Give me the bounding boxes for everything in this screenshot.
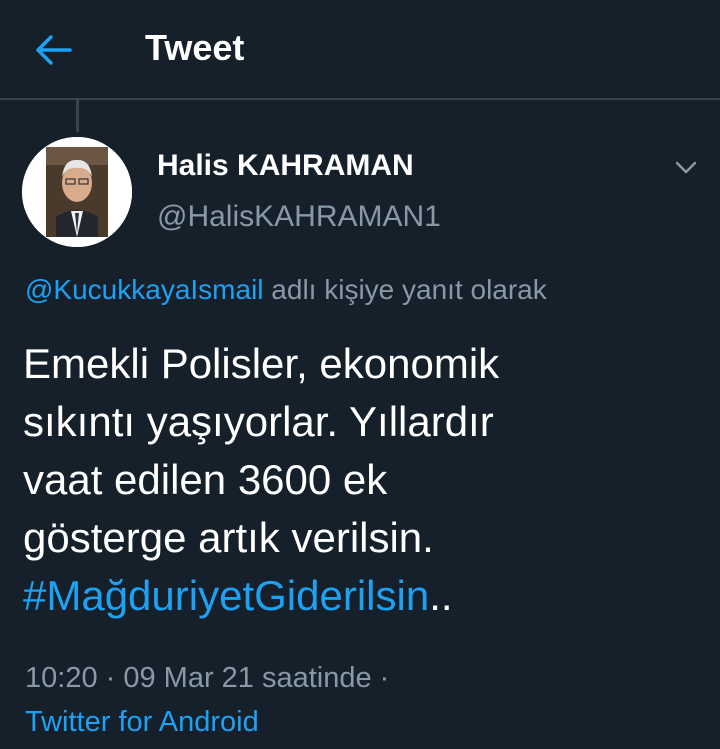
arrow-left-icon [36, 35, 72, 65]
tweet-source-link[interactable]: Twitter for Android [25, 702, 259, 742]
chevron-down-icon [675, 161, 697, 174]
user-display-name[interactable]: Halis KAHRAMAN [157, 147, 414, 185]
tweet-text-line: sıkıntı yaşıyorlar. Yıllardır [23, 398, 494, 445]
user-handle[interactable]: @HalisKAHRAMAN1 [157, 198, 441, 236]
page-title: Tweet [145, 27, 245, 68]
tweet-text-line: Emekli Polisler, ekonomik [23, 340, 500, 387]
tweet-text-line: vaat edilen 3600 ek [23, 456, 388, 503]
tweet-text: Emekli Polisler, ekonomik sıkıntı yaşıyo… [23, 335, 703, 625]
tweet-detail-screen: Tweet Halis KAHRAMAN @HalisKAHRAMAN1 @Ku… [0, 0, 720, 749]
tweet-text-line: gösterge artık verilsin. [23, 514, 434, 561]
thread-connector-line [76, 100, 79, 132]
reply-context: @KucukkayaIsmail adlı kişiye yanıt olara… [25, 270, 547, 310]
profile-photo [22, 137, 132, 247]
tweet-options-button[interactable] [666, 150, 706, 186]
hashtag-suffix: .. [429, 572, 453, 619]
reply-suffix-text: adlı kişiye yanıt olarak [271, 274, 547, 305]
reply-mention-link[interactable]: @KucukkayaIsmail [25, 274, 264, 305]
top-app-bar: Tweet [0, 0, 720, 100]
avatar[interactable] [22, 137, 132, 247]
hashtag-link[interactable]: #MağduriyetGiderilsin [23, 572, 429, 619]
tweet-hashtag-line: #MağduriyetGiderilsin.. [23, 567, 703, 625]
back-button[interactable] [26, 22, 82, 78]
tweet-timestamp: 10:20 · 09 Mar 21 saatinde · [25, 662, 390, 694]
